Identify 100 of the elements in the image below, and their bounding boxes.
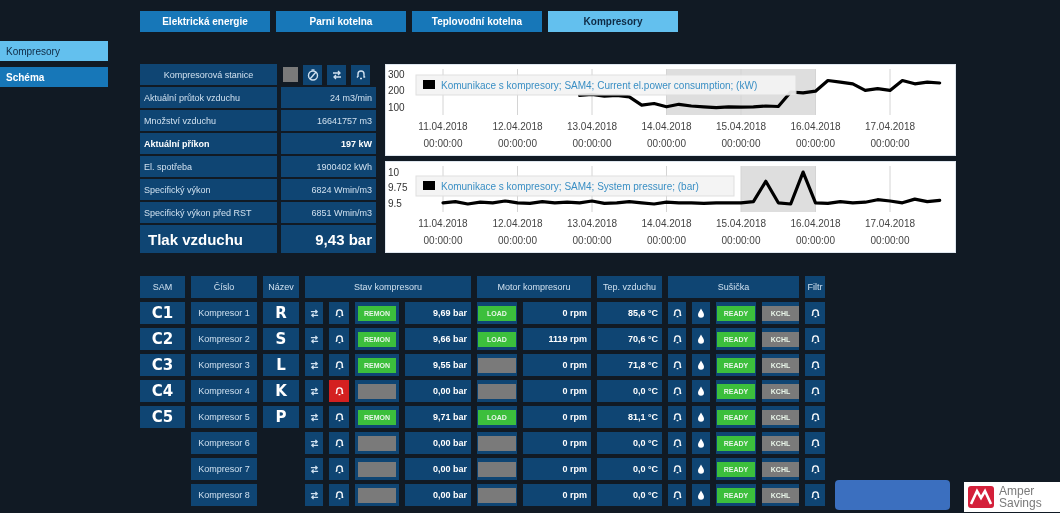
date-label: 16.04.2018 <box>790 218 841 229</box>
drop-icon[interactable] <box>692 380 710 402</box>
time-label: 00:00:00 <box>498 138 537 149</box>
compressor-number: Kompresor 8 <box>191 484 257 506</box>
swap-arrows-icon[interactable] <box>305 458 323 480</box>
gauge-icon[interactable] <box>303 64 322 85</box>
sam-code: C1 <box>140 302 185 324</box>
time-label: 00:00:00 <box>870 138 910 149</box>
column-header: SAM <box>140 276 185 298</box>
bell-icon[interactable] <box>668 354 686 376</box>
sidebar-item[interactable]: Kompresory <box>0 41 108 61</box>
bell-icon[interactable] <box>805 432 825 454</box>
drop-icon[interactable] <box>692 458 710 480</box>
sidebar-item[interactable]: Schéma <box>0 67 108 87</box>
nav-tab[interactable]: Kompresory <box>548 11 678 32</box>
drop-icon[interactable] <box>692 484 710 506</box>
swap-arrows-icon[interactable] <box>305 432 323 454</box>
date-label: 15.04.2018 <box>715 218 767 229</box>
swap-arrows-icon[interactable] <box>305 302 323 324</box>
axis-label: 100 <box>388 101 405 113</box>
nav-tab[interactable]: Teplovodní kotelna <box>412 11 542 32</box>
swap-arrows-icon[interactable] <box>305 328 323 350</box>
bell-icon[interactable] <box>329 328 349 350</box>
compressor-number: Kompresor 2 <box>191 328 257 350</box>
bell-icon[interactable] <box>668 484 686 506</box>
bell-icon[interactable] <box>668 380 686 402</box>
bell-icon[interactable] <box>805 484 825 506</box>
bell-icon[interactable] <box>805 458 825 480</box>
bell-icon[interactable] <box>668 328 686 350</box>
temperature-value: 71,8 °C <box>597 354 662 376</box>
date-label: 17.04.2018 <box>864 121 916 132</box>
axis-label: 10 <box>388 167 400 179</box>
bell-icon[interactable] <box>805 406 825 428</box>
nav-tab[interactable]: Parní kotelna <box>276 11 406 32</box>
bell-icon[interactable] <box>329 354 349 376</box>
nav-tab[interactable]: Elektrická energie <box>140 11 270 32</box>
bell-icon[interactable] <box>329 302 349 324</box>
compressor-number: Kompresor 4 <box>191 380 257 402</box>
compressor-letter: S <box>263 328 299 350</box>
bell-icon[interactable] <box>329 458 349 480</box>
logo-text: Savings <box>999 497 1042 509</box>
drop-icon[interactable] <box>692 354 710 376</box>
temperature-value: 70,6 °C <box>597 328 662 350</box>
bell-icon[interactable] <box>351 64 370 85</box>
date-label: 11.04.2018 <box>418 218 468 229</box>
bell-icon[interactable] <box>805 380 825 402</box>
bell-icon[interactable] <box>805 354 825 376</box>
time-label: 00:00:00 <box>721 235 761 246</box>
temperature-value: 85,6 °C <box>597 302 662 324</box>
swap-arrows-icon[interactable] <box>305 484 323 506</box>
axis-label: 300 <box>388 68 405 80</box>
date-label: 11.04.2018 <box>418 121 468 132</box>
date-label: 12.04.2018 <box>492 121 543 132</box>
sam-code: C4 <box>140 380 185 402</box>
sam-code: C5 <box>140 406 185 428</box>
temperature-value: 0,0 °C <box>597 458 662 480</box>
column-header: Sušička <box>668 276 799 298</box>
bell-icon[interactable] <box>329 406 349 428</box>
status-lamp-off <box>358 487 396 503</box>
swap-arrows-icon[interactable] <box>327 64 346 85</box>
metric-label: Množství vzduchu <box>140 110 277 131</box>
swap-arrows-icon[interactable] <box>305 354 323 376</box>
status-lamp-off <box>358 461 396 477</box>
time-label: 00:00:00 <box>721 138 761 149</box>
bell-icon[interactable] <box>668 458 686 480</box>
bell-icon[interactable] <box>329 432 349 454</box>
compressor-number: Kompresor 5 <box>191 406 257 428</box>
bell-icon[interactable] <box>668 406 686 428</box>
bell-icon[interactable] <box>329 484 349 506</box>
legend-label: Komunikace s kompresory; SAM4; System pressure; (bar) <box>441 181 699 192</box>
time-label: 00:00:00 <box>796 235 835 246</box>
metric-label: Specifický výkon <box>140 179 277 200</box>
rpm-value: 0 rpm <box>523 354 591 376</box>
drop-icon[interactable] <box>692 328 710 350</box>
temperature-value: 0,0 °C <box>597 432 662 454</box>
rpm-value: 0 rpm <box>523 458 591 480</box>
column-header: Tep. vzduchu <box>597 276 662 298</box>
bell-icon[interactable] <box>668 302 686 324</box>
bell-icon[interactable] <box>805 328 825 350</box>
drop-icon[interactable] <box>692 406 710 428</box>
drop-icon[interactable] <box>692 432 710 454</box>
metric-label: Specifický výkon před RST <box>140 202 277 223</box>
logo-text: Amper <box>999 485 1035 497</box>
metric-label: El. spotřeba <box>140 156 277 177</box>
rpm-value: 0 rpm <box>523 406 591 428</box>
status-lamp-off <box>358 435 396 451</box>
column-header: Filtr <box>805 276 825 298</box>
axis-label: 9.75 <box>388 182 408 194</box>
compressor-letter: R <box>263 302 299 324</box>
station-button[interactable]: Kompresorová stanice <box>140 64 277 85</box>
metric-label: Aktuální průtok vzduchu <box>140 87 277 108</box>
sam-code: C3 <box>140 354 185 376</box>
drop-icon[interactable] <box>692 302 710 324</box>
motor-lamp-off <box>478 383 516 399</box>
bell-icon[interactable] <box>668 432 686 454</box>
swap-arrows-icon[interactable] <box>305 380 323 402</box>
legend-swatch <box>423 181 435 190</box>
swap-arrows-icon[interactable] <box>305 406 323 428</box>
bell-icon[interactable] <box>805 302 825 324</box>
metric-value: 6851 Wmin/m3 <box>281 202 376 223</box>
